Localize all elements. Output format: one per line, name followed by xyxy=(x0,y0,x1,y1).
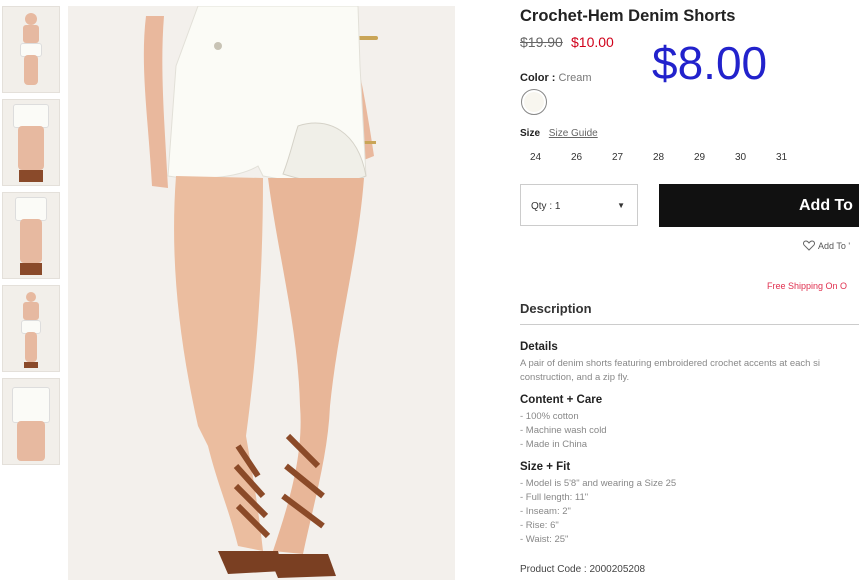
size-option[interactable]: 30 xyxy=(725,152,766,163)
size-option[interactable]: 31 xyxy=(766,152,807,163)
original-price: $19.90 xyxy=(520,34,563,50)
size-header: Size Size Guide xyxy=(520,128,598,139)
main-product-image xyxy=(68,6,455,580)
thumbnail-5[interactable] xyxy=(2,378,60,465)
wishlist-label: Add To ' xyxy=(818,241,851,251)
fit-heading: Size + Fit xyxy=(520,461,571,473)
thumbnail-4[interactable] xyxy=(2,285,60,372)
free-shipping-text: Free Shipping On O xyxy=(767,281,848,291)
sale-price: $10.00 xyxy=(571,34,614,50)
color-key: Color : xyxy=(520,72,556,84)
divider xyxy=(520,324,859,325)
details-text-line2: construction, and a zip fly. xyxy=(520,372,630,383)
care-item: - Made in China xyxy=(520,439,588,450)
thumbnail-strip xyxy=(2,6,60,471)
details-heading: Details xyxy=(520,341,558,353)
size-option[interactable]: 29 xyxy=(684,152,725,163)
fit-item: - Model is 5'8" and wearing a Size 25 xyxy=(520,478,677,489)
heart-outline-icon xyxy=(803,240,815,251)
thumbnail-2[interactable] xyxy=(2,99,60,186)
size-option[interactable]: 24 xyxy=(520,152,561,163)
color-label: Color : Cream xyxy=(520,72,592,84)
product-title: Crochet-Hem Denim Shorts xyxy=(520,7,736,25)
details-text-line1: A pair of denim shorts featuring embroid… xyxy=(520,358,820,369)
fit-item: - Rise: 6" xyxy=(520,520,559,531)
size-guide-link[interactable]: Size Guide xyxy=(549,128,598,139)
thumbnail-1[interactable] xyxy=(2,6,60,93)
overlay-price: $8.00 xyxy=(652,37,768,89)
color-value: Cream xyxy=(558,72,592,84)
thumbnail-3[interactable] xyxy=(2,192,60,279)
add-to-wishlist-link[interactable]: Add To ' xyxy=(803,240,850,251)
product-code: Product Code : 2000205208 xyxy=(520,564,646,575)
care-heading: Content + Care xyxy=(520,394,603,406)
color-swatch-cream[interactable] xyxy=(521,89,547,115)
care-item: - Machine wash cold xyxy=(520,425,607,436)
quantity-select[interactable]: Qty : 1 ▼ xyxy=(520,184,638,226)
size-option[interactable]: 26 xyxy=(561,152,602,163)
fit-item: - Inseam: 2" xyxy=(520,506,571,517)
size-label: Size xyxy=(520,128,541,139)
quantity-label: Qty : 1 xyxy=(531,201,561,212)
product-info-panel: Crochet-Hem Denim Shorts $19.90 $10.00 $… xyxy=(520,0,859,580)
size-option[interactable]: 28 xyxy=(643,152,684,163)
care-item: - 100% cotton xyxy=(520,411,579,422)
fit-item: - Waist: 25" xyxy=(520,534,569,545)
add-to-bag-button[interactable]: Add To xyxy=(659,184,859,227)
fit-item: - Full length: 11" xyxy=(520,492,589,503)
caret-down-icon: ▼ xyxy=(617,201,625,210)
size-options: 24 26 27 28 29 30 31 xyxy=(520,152,807,163)
size-option[interactable]: 27 xyxy=(602,152,643,163)
description-heading: Description xyxy=(520,301,592,316)
